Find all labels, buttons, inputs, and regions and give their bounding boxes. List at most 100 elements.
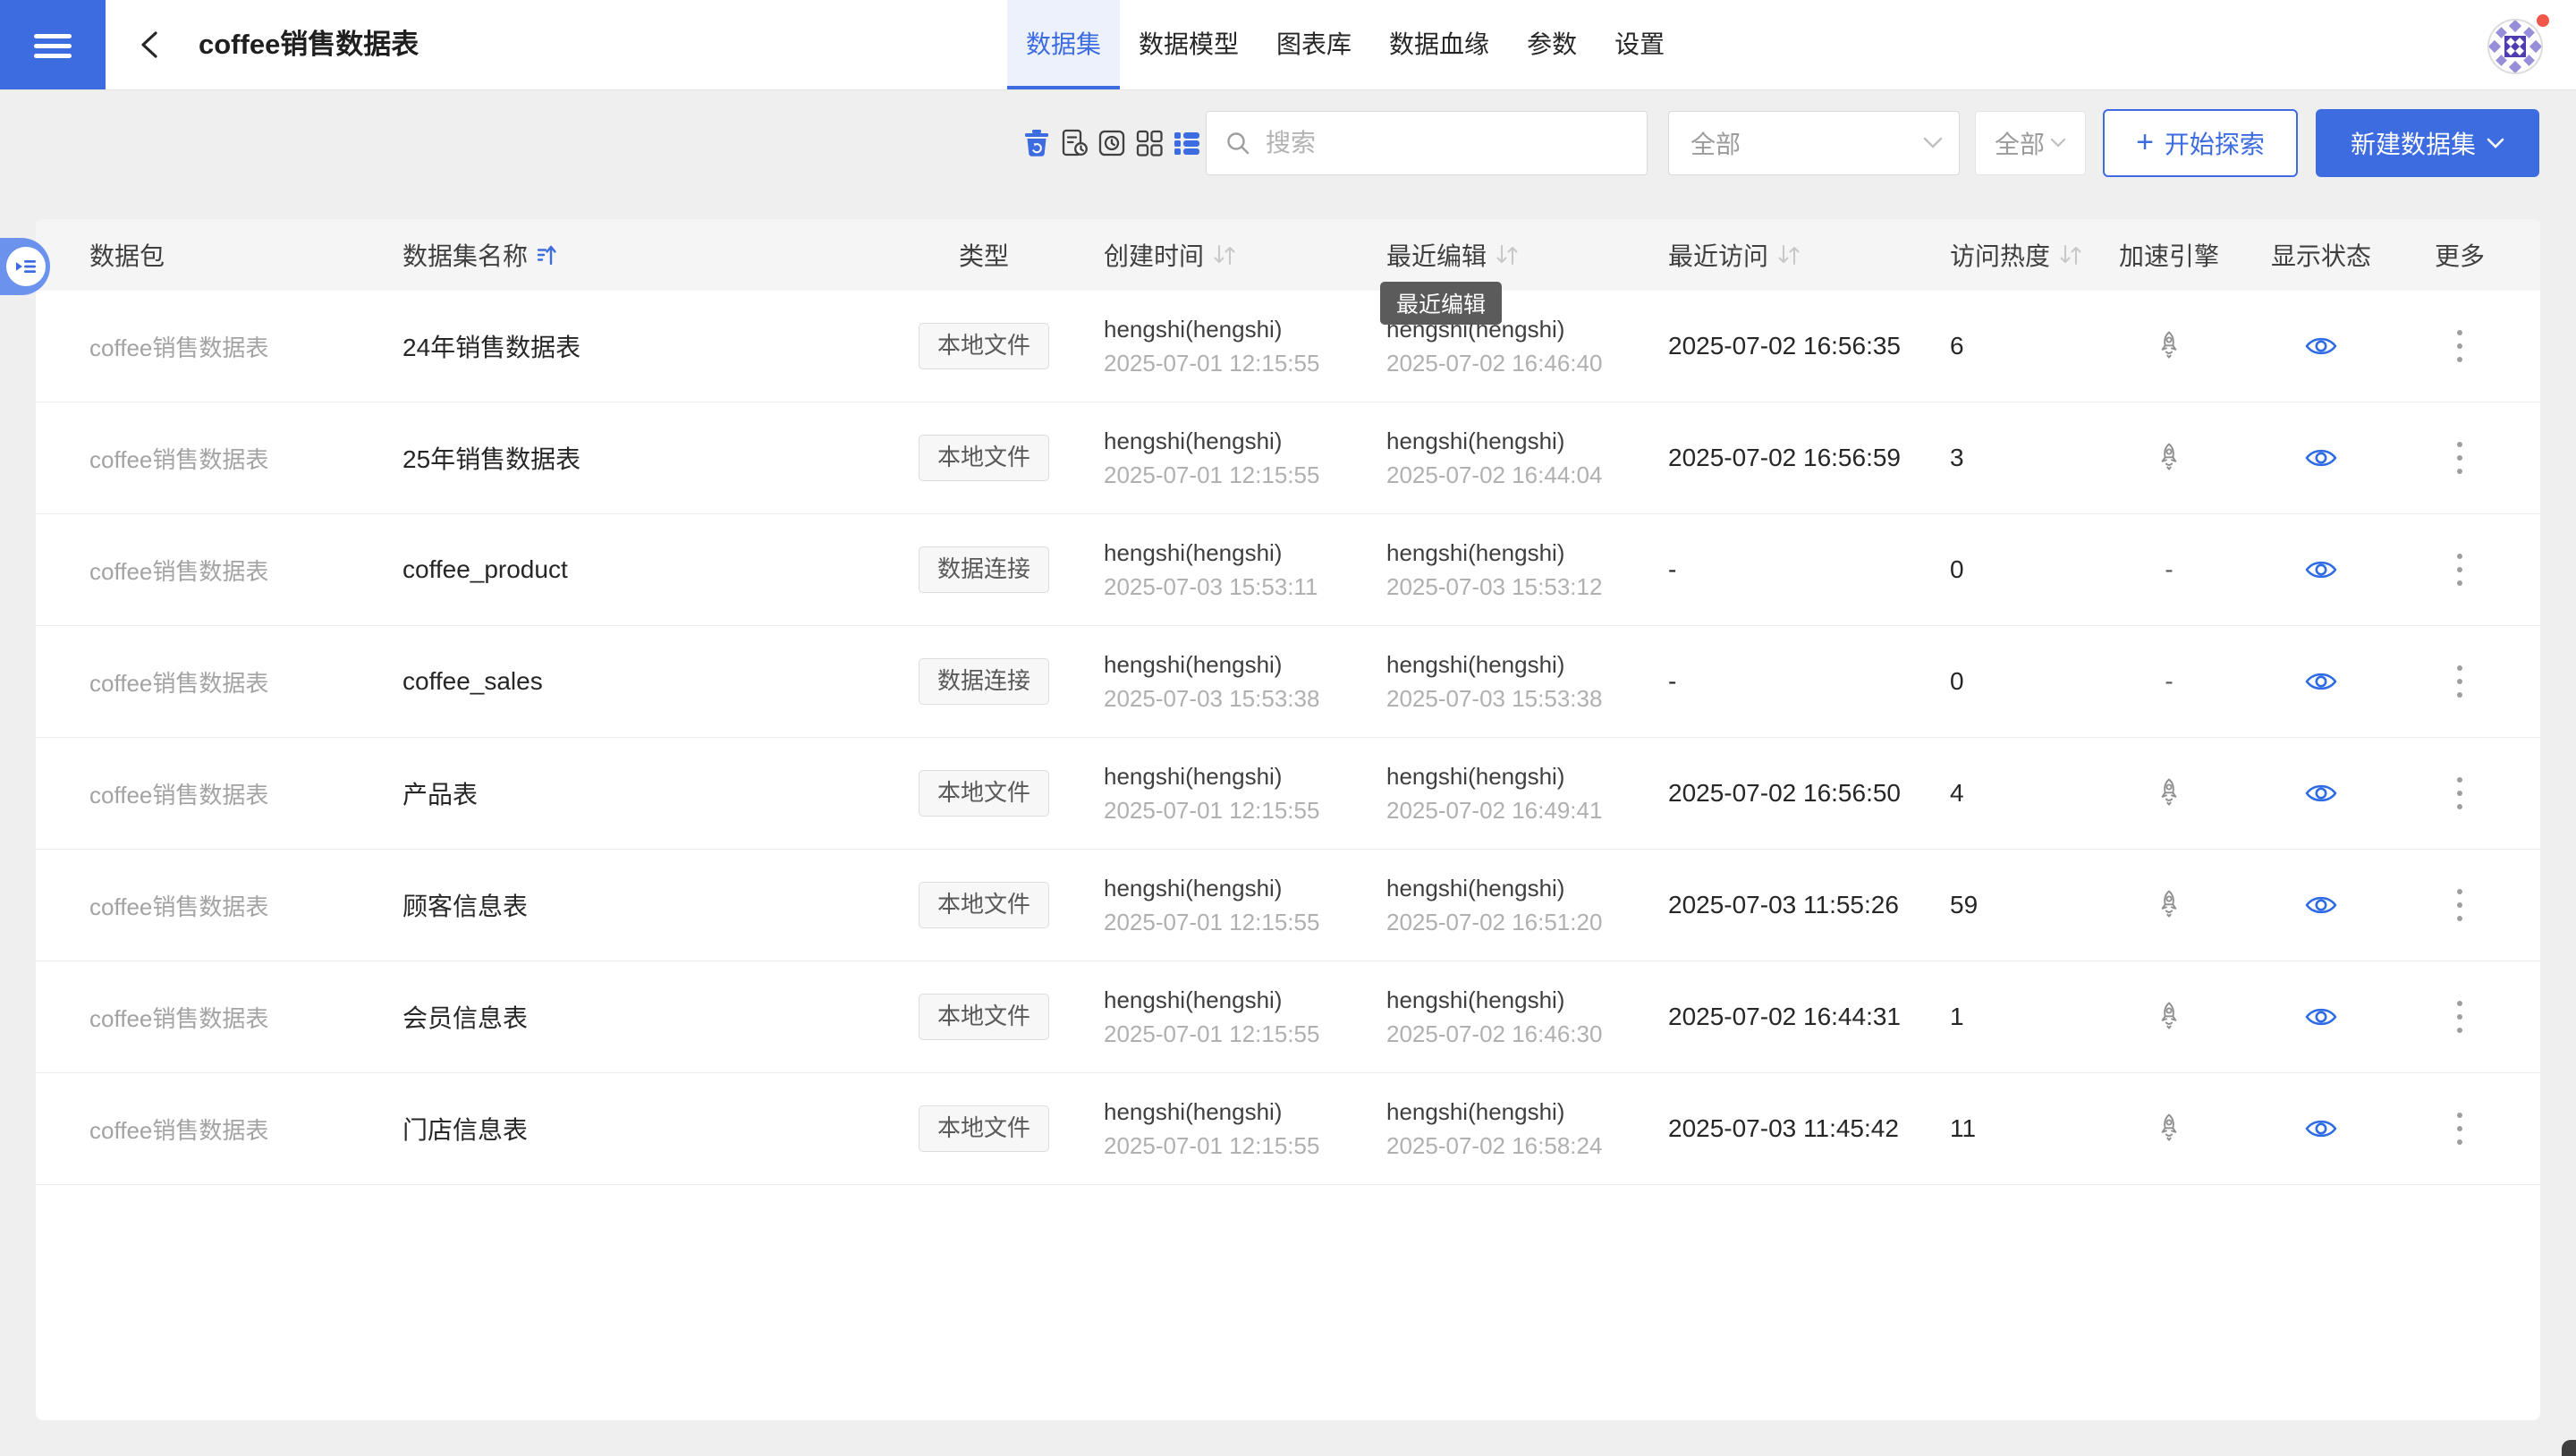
filter-dropdown-type[interactable]: 全部 xyxy=(1668,111,1960,175)
created-cell: hengshi(hengshi) 2025-07-03 15:53:38 xyxy=(1073,648,1360,715)
sort-arrows-icon xyxy=(1494,242,1521,267)
col-header-accessed[interactable]: 最近访问 xyxy=(1637,237,1923,273)
more-menu-icon[interactable] xyxy=(2452,548,2468,591)
nav-tab-3[interactable]: 数据血缘 xyxy=(1370,0,1508,89)
hamburger-menu-button[interactable] xyxy=(0,0,106,89)
eye-icon[interactable] xyxy=(2304,558,2338,581)
start-explore-button[interactable]: + 开始探索 xyxy=(2103,109,2298,177)
nav-tab-0[interactable]: 数据集 xyxy=(1007,0,1120,89)
more-menu-icon[interactable] xyxy=(2452,772,2468,815)
created-cell: hengshi(hengshi) 2025-07-01 12:15:55 xyxy=(1073,872,1360,938)
table-row[interactable]: coffee销售数据表 顾客信息表 本地文件 hengshi(hengshi) … xyxy=(36,850,2540,961)
edited-cell: hengshi(hengshi) 2025-07-02 16:46:30 xyxy=(1360,984,1637,1050)
nav-tab-1[interactable]: 数据模型 xyxy=(1120,0,1258,89)
type-cell: 本地文件 xyxy=(894,882,1073,927)
rocket-icon[interactable] xyxy=(2156,330,2182,362)
accelerate-cell: - xyxy=(2093,777,2245,809)
type-cell: 本地文件 xyxy=(894,1105,1073,1151)
back-button[interactable] xyxy=(136,30,163,60)
eye-icon[interactable] xyxy=(2304,893,2338,917)
dataset-name-link[interactable]: 门店信息表 xyxy=(402,1111,894,1147)
toolbar-icons xyxy=(1021,128,1202,158)
eye-icon[interactable] xyxy=(2304,446,2338,470)
type-badge: 数据连接 xyxy=(919,658,1049,704)
created-cell: hengshi(hengshi) 2025-07-01 12:15:55 xyxy=(1073,984,1360,1050)
table-row[interactable]: coffee销售数据表 25年销售数据表 本地文件 hengshi(hengsh… xyxy=(36,402,2540,514)
avatar[interactable] xyxy=(2487,19,2543,74)
dataset-name-link[interactable]: coffee_sales xyxy=(402,667,894,696)
table-row[interactable]: coffee销售数据表 会员信息表 本地文件 hengshi(hengshi) … xyxy=(36,961,2540,1073)
page-title: coffee销售数据表 xyxy=(199,0,419,89)
chevron-down-icon xyxy=(2487,138,2504,149)
dataset-name-link[interactable]: 25年销售数据表 xyxy=(402,440,894,476)
heat-cell: 59 xyxy=(1923,891,2093,919)
visibility-cell xyxy=(2245,893,2397,917)
snapshot-clock-icon[interactable] xyxy=(1097,128,1127,158)
col-header-dataset-name[interactable]: 数据集名称 xyxy=(402,237,894,273)
more-menu-icon[interactable] xyxy=(2452,436,2468,479)
dataset-name-link[interactable]: coffee_product xyxy=(402,555,894,584)
eye-icon[interactable] xyxy=(2304,670,2338,693)
table-row[interactable]: coffee销售数据表 24年销售数据表 本地文件 hengshi(hengsh… xyxy=(36,291,2540,402)
plus-icon: + xyxy=(2136,127,2154,157)
rocket-icon[interactable] xyxy=(2156,1001,2182,1033)
dataset-name-link[interactable]: 24年销售数据表 xyxy=(402,328,894,364)
col-header-edited[interactable]: 最近编辑 xyxy=(1360,237,1637,273)
eye-icon[interactable] xyxy=(2304,782,2338,805)
table-row[interactable]: coffee销售数据表 门店信息表 本地文件 hengshi(hengshi) … xyxy=(36,1073,2540,1185)
accessed-cell: 2025-07-02 16:56:50 xyxy=(1637,779,1923,808)
rocket-icon[interactable] xyxy=(2156,442,2182,474)
edited-cell: hengshi(hengshi) 2025-07-03 15:53:12 xyxy=(1360,537,1637,603)
dataset-name-link[interactable]: 产品表 xyxy=(402,775,894,811)
accessed-cell: 2025-07-03 11:45:42 xyxy=(1637,1114,1923,1143)
visibility-cell xyxy=(2245,334,2397,358)
nav-tab-2[interactable]: 图表库 xyxy=(1258,0,1370,89)
table-row[interactable]: coffee销售数据表 coffee_sales 数据连接 hengshi(he… xyxy=(36,626,2540,738)
table-row[interactable]: coffee销售数据表 coffee_product 数据连接 hengshi(… xyxy=(36,514,2540,626)
recent-doc-icon[interactable] xyxy=(1059,128,1089,158)
heat-cell: 0 xyxy=(1923,555,2093,584)
chevron-down-icon xyxy=(1923,137,1943,149)
more-menu-icon[interactable] xyxy=(2452,325,2468,368)
col-header-heat[interactable]: 访问热度 xyxy=(1923,237,2093,273)
create-dataset-button[interactable]: 新建数据集 xyxy=(2316,109,2539,177)
heat-cell: 11 xyxy=(1923,1114,2093,1143)
nav-tab-5[interactable]: 设置 xyxy=(1596,0,1683,89)
type-badge: 本地文件 xyxy=(919,323,1049,368)
more-menu-icon[interactable] xyxy=(2452,995,2468,1038)
accelerate-cell: - xyxy=(2093,555,2245,584)
filter-dropdown-owner[interactable]: 全部 xyxy=(1975,111,2086,175)
more-menu-icon[interactable] xyxy=(2452,660,2468,703)
more-menu-icon[interactable] xyxy=(2452,884,2468,927)
rocket-icon[interactable] xyxy=(2156,889,2182,921)
rocket-icon[interactable] xyxy=(2156,777,2182,809)
accessed-cell: 2025-07-03 11:55:26 xyxy=(1637,891,1923,919)
eye-icon[interactable] xyxy=(2304,1117,2338,1140)
col-header-more: 更多 xyxy=(2397,237,2522,273)
eye-icon[interactable] xyxy=(2304,1005,2338,1029)
sort-arrows-icon xyxy=(2057,242,2084,267)
accessed-cell: - xyxy=(1637,667,1923,696)
search-input[interactable] xyxy=(1264,128,1629,158)
trash-icon[interactable] xyxy=(1021,128,1052,158)
col-header-type: 类型 xyxy=(894,237,1073,273)
card-view-icon[interactable] xyxy=(1134,128,1165,158)
nav-tab-4[interactable]: 参数 xyxy=(1508,0,1596,89)
list-view-icon[interactable] xyxy=(1172,128,1202,158)
type-badge: 本地文件 xyxy=(919,435,1049,480)
more-cell xyxy=(2397,772,2522,815)
heat-cell: 6 xyxy=(1923,332,2093,360)
table-row[interactable]: coffee销售数据表 产品表 本地文件 hengshi(hengshi) 20… xyxy=(36,738,2540,850)
col-header-created[interactable]: 创建时间 xyxy=(1073,237,1360,273)
created-cell: hengshi(hengshi) 2025-07-01 12:15:55 xyxy=(1073,425,1360,491)
package-cell: coffee销售数据表 xyxy=(89,1113,402,1146)
heat-cell: 1 xyxy=(1923,1003,2093,1031)
package-cell: coffee销售数据表 xyxy=(89,777,402,810)
eye-icon[interactable] xyxy=(2304,334,2338,358)
type-badge: 本地文件 xyxy=(919,994,1049,1039)
dataset-name-link[interactable]: 顾客信息表 xyxy=(402,887,894,923)
notification-dot xyxy=(2537,14,2549,27)
more-menu-icon[interactable] xyxy=(2452,1107,2468,1150)
rocket-icon[interactable] xyxy=(2156,1113,2182,1145)
dataset-name-link[interactable]: 会员信息表 xyxy=(402,999,894,1035)
